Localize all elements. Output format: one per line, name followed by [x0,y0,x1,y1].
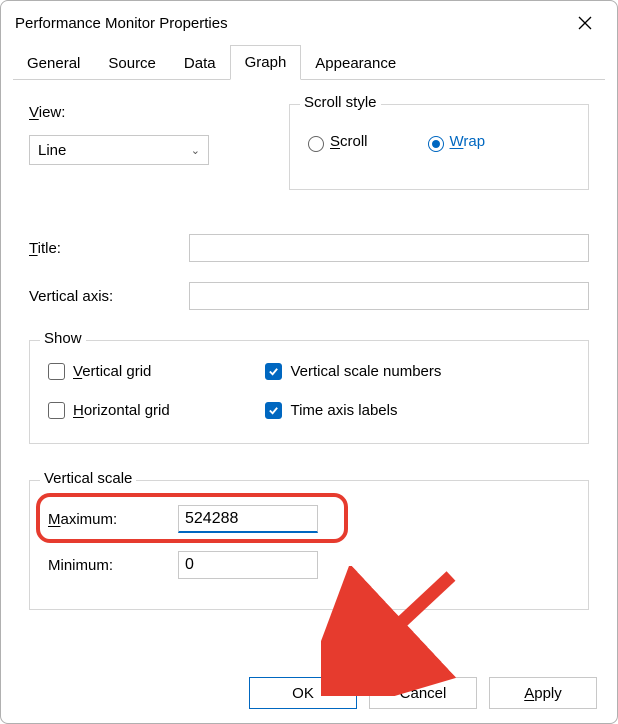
tab-source[interactable]: Source [94,47,170,80]
ok-button[interactable]: OK [249,677,357,709]
view-selected-value: Line [38,142,66,159]
view-section: View: Line ⌄ [29,104,259,190]
tab-general[interactable]: General [13,47,94,80]
vertical-scale-group: Vertical scale Maximum: Minimum: [29,480,589,610]
radio-wrap-indicator [428,136,444,152]
maximum-input[interactable] [178,505,318,533]
checkbox-vscale-numbers[interactable]: Vertical scale numbers [265,363,570,380]
checkbox-vertical-grid-label: Vertical grid [73,363,151,380]
vertical-scale-legend: Vertical scale [40,470,136,487]
radio-scroll-indicator [308,136,324,152]
minimum-label: Minimum: [48,557,178,574]
vertical-axis-input[interactable] [189,282,589,310]
titlebar: Performance Monitor Properties [1,1,617,43]
checkbox-time-axis-labels-label: Time axis labels [290,402,397,419]
title-label: Title: [29,240,179,257]
close-button[interactable] [567,9,603,37]
vertical-axis-label: Vertical axis: [29,288,179,305]
minimum-input[interactable] [178,551,318,579]
tab-graph[interactable]: Graph [230,45,302,80]
window-title: Performance Monitor Properties [15,15,228,32]
dialog-window: Performance Monitor Properties General S… [0,0,618,724]
dialog-buttons: OK Cancel Apply [249,677,597,709]
radio-wrap[interactable]: Wrap [428,133,486,150]
cancel-button[interactable]: Cancel [369,677,477,709]
view-label: View: [29,104,259,121]
show-group: Show Vertical grid Vertical scale number… [29,340,589,444]
tab-data[interactable]: Data [170,47,230,80]
chevron-down-icon: ⌄ [191,144,200,157]
checkbox-time-axis-labels[interactable]: Time axis labels [265,402,570,419]
checkbox-time-axis-labels-box [265,402,282,419]
scroll-style-legend: Scroll style [300,94,381,111]
close-icon [578,16,592,30]
radio-scroll[interactable]: Scroll [308,133,368,150]
tab-strip: General Source Data Graph Appearance [1,43,617,80]
checkbox-vscale-numbers-box [265,363,282,380]
checkbox-vertical-grid-box [48,363,65,380]
tab-content-graph: View: Line ⌄ Scroll style Scroll Wrap [1,80,617,610]
title-input[interactable] [189,234,589,262]
checkbox-horizontal-grid[interactable]: Horizontal grid [48,402,265,419]
maximum-row: Maximum: [48,505,570,533]
checkbox-vertical-grid[interactable]: Vertical grid [48,363,265,380]
tab-appearance[interactable]: Appearance [301,47,410,80]
show-legend: Show [40,330,86,347]
checkbox-horizontal-grid-label: Horizontal grid [73,402,170,419]
apply-button[interactable]: Apply [489,677,597,709]
scroll-style-group: Scroll style Scroll Wrap [289,104,589,190]
maximum-label: Maximum: [48,511,178,528]
checkbox-vscale-numbers-label: Vertical scale numbers [290,363,441,380]
view-select[interactable]: Line ⌄ [29,135,209,165]
checkbox-horizontal-grid-box [48,402,65,419]
